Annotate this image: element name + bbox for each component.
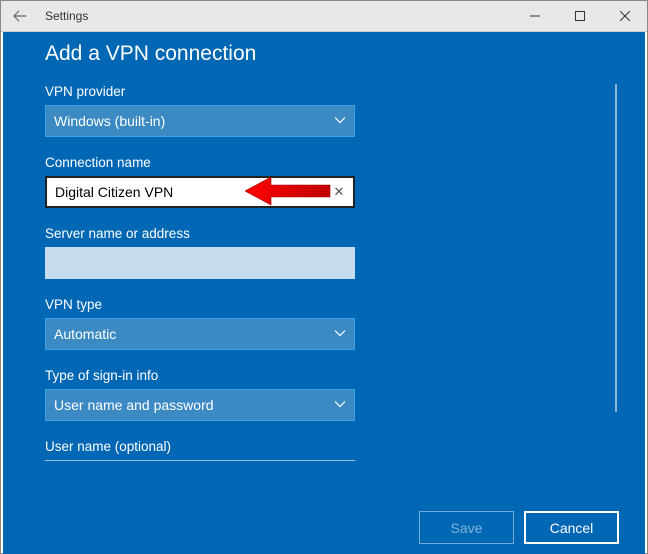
server-name-input[interactable] bbox=[45, 247, 355, 279]
close-icon bbox=[620, 11, 630, 21]
back-button[interactable] bbox=[1, 1, 39, 31]
chevron-down-icon bbox=[334, 326, 346, 342]
settings-window: Settings Add a VPN connection VPN prov bbox=[0, 0, 648, 554]
field-vpn-type: VPN type Automatic bbox=[45, 297, 355, 350]
minimize-button[interactable] bbox=[512, 1, 557, 31]
field-server-name: Server name or address bbox=[45, 226, 355, 279]
chevron-down-icon bbox=[334, 113, 346, 129]
maximize-icon bbox=[575, 11, 585, 21]
save-button-label: Save bbox=[451, 520, 483, 536]
field-signin-info: Type of sign-in info User name and passw… bbox=[45, 368, 355, 421]
minimize-icon bbox=[530, 11, 540, 21]
label-vpn-type: VPN type bbox=[45, 297, 355, 312]
select-signin-info-value: User name and password bbox=[54, 397, 214, 413]
panel-wrap: Add a VPN connection VPN provider Window… bbox=[1, 32, 647, 553]
back-arrow-icon bbox=[13, 9, 27, 23]
panel-title: Add a VPN connection bbox=[45, 42, 617, 66]
connection-name-wrap: ✕ bbox=[45, 176, 355, 208]
clear-button[interactable]: ✕ bbox=[324, 177, 354, 207]
label-signin-info: Type of sign-in info bbox=[45, 368, 355, 383]
select-vpn-type[interactable]: Automatic bbox=[45, 318, 355, 350]
scrollbar[interactable] bbox=[615, 84, 617, 412]
select-vpn-provider[interactable]: Windows (built-in) bbox=[45, 105, 355, 137]
save-button: Save bbox=[419, 511, 514, 544]
field-vpn-provider: VPN provider Windows (built-in) bbox=[45, 84, 355, 137]
select-vpn-type-value: Automatic bbox=[54, 326, 116, 342]
select-vpn-provider-value: Windows (built-in) bbox=[54, 113, 165, 129]
window-title: Settings bbox=[39, 9, 512, 23]
form-area: VPN provider Windows (built-in) Connecti… bbox=[45, 84, 617, 474]
close-button[interactable] bbox=[602, 1, 647, 31]
titlebar: Settings bbox=[1, 1, 647, 32]
connection-name-input[interactable] bbox=[45, 176, 355, 208]
cancel-button[interactable]: Cancel bbox=[524, 511, 619, 544]
cancel-button-label: Cancel bbox=[550, 520, 594, 536]
label-connection-name: Connection name bbox=[45, 155, 355, 170]
field-connection-name: Connection name ✕ bbox=[45, 155, 355, 208]
label-vpn-provider: VPN provider bbox=[45, 84, 355, 99]
select-signin-info[interactable]: User name and password bbox=[45, 389, 355, 421]
field-username: User name (optional) bbox=[45, 439, 355, 461]
label-server-name: Server name or address bbox=[45, 226, 355, 241]
maximize-button[interactable] bbox=[557, 1, 602, 31]
add-vpn-panel: Add a VPN connection VPN provider Window… bbox=[3, 32, 645, 554]
username-divider bbox=[45, 460, 355, 461]
form-fields: VPN provider Windows (built-in) Connecti… bbox=[45, 84, 445, 461]
chevron-down-icon bbox=[334, 397, 346, 413]
window-controls bbox=[512, 1, 647, 31]
dialog-footer: Save Cancel bbox=[419, 511, 619, 544]
label-username: User name (optional) bbox=[45, 439, 355, 454]
clear-icon: ✕ bbox=[334, 184, 345, 200]
